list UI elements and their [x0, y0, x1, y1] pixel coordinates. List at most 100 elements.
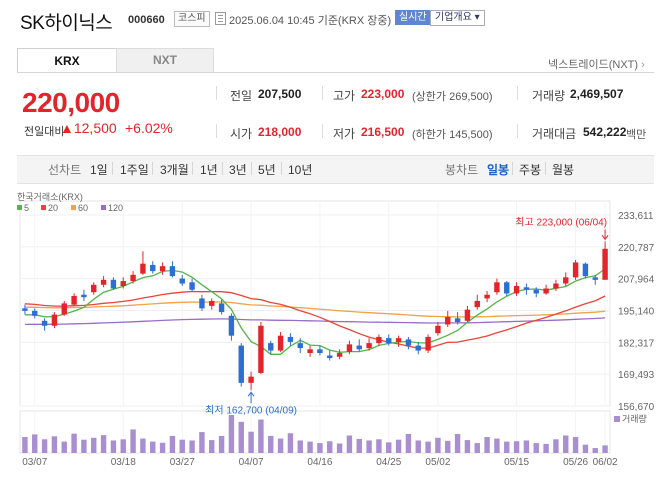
x-tick-label: 06/02 [593, 457, 618, 468]
ma-line-120 [24, 317, 606, 326]
stats-divider [216, 86, 217, 100]
period-divider [512, 162, 513, 175]
period-1d[interactable]: 1일 [90, 161, 108, 178]
volume-bar [258, 419, 264, 453]
candle-body [209, 300, 215, 306]
candle [435, 322, 441, 336]
volume-bar [91, 437, 97, 453]
candle-monthly[interactable]: 월봉 [552, 161, 574, 178]
candle [189, 278, 195, 291]
volume-bar [553, 439, 559, 453]
candle-body [130, 274, 136, 282]
candle [258, 322, 264, 375]
candle-body [445, 317, 451, 325]
stats-divider [216, 124, 217, 138]
candle-body [415, 345, 421, 351]
volume-bar [140, 438, 146, 453]
period-10y[interactable]: 10년 [288, 161, 312, 178]
open-label: 시가 [230, 127, 253, 141]
tab-krx[interactable]: KRX [17, 48, 117, 73]
line-chart-label: 선차트 [48, 163, 82, 177]
candle [199, 294, 205, 311]
period-divider [192, 162, 193, 175]
stats-divider [517, 86, 518, 100]
high-value: 223,000 [361, 87, 405, 101]
volume-bar [189, 440, 195, 453]
volume-bar [61, 441, 67, 453]
stock-chart[interactable]: 233,611 220,787 207,964 195,140 182,317 169,4… [0, 185, 670, 484]
stock-code: 000660 [128, 14, 165, 26]
nextrade-link[interactable]: 넥스트레이드(NXT) [548, 56, 645, 72]
prev-close-value: 207,500 [258, 87, 302, 101]
tab-nxt[interactable]: NXT [116, 48, 214, 73]
candle [494, 278, 500, 295]
volume-bar [287, 433, 294, 453]
volume-bar [120, 439, 126, 453]
candle [582, 262, 589, 279]
candle-body [366, 343, 372, 349]
volume-bar [218, 435, 225, 453]
volume-bars [22, 415, 608, 453]
candle [307, 345, 313, 357]
volume-bar [209, 440, 215, 453]
candle [209, 298, 215, 310]
candle [140, 251, 146, 275]
volume-bar [464, 440, 471, 453]
candle-body [563, 277, 569, 284]
y-tick-label: 169,493 [618, 370, 655, 381]
volume-bar [386, 442, 392, 453]
candle-body [376, 336, 382, 344]
volume-bar [543, 443, 549, 453]
candle-body [464, 309, 471, 321]
candle-body [189, 282, 195, 290]
y-tick-label: 233,611 [618, 211, 654, 222]
candle-body [454, 318, 461, 323]
company-overview-dropdown[interactable]: 기업개요 ▾ [430, 10, 485, 26]
candle-weekly[interactable]: 주봉 [519, 161, 541, 178]
volume-bar [582, 444, 589, 453]
period-divider [152, 162, 153, 175]
period-3y[interactable]: 3년 [229, 161, 247, 178]
volume-bar [228, 415, 235, 453]
volume-bar [356, 438, 362, 453]
volume-bar [238, 421, 244, 453]
realtime-button[interactable]: 실시간 [395, 10, 431, 25]
volume-bar [317, 443, 323, 453]
volume-bar [100, 435, 107, 453]
ma-legend-label: 20 [48, 203, 58, 213]
volume-bar [22, 437, 28, 453]
candle [523, 283, 530, 295]
period-divider [222, 162, 223, 175]
volume-bar [327, 441, 333, 453]
candle [504, 281, 510, 296]
volume-bar [297, 440, 303, 453]
candle-body [91, 284, 97, 293]
volume-bar [563, 435, 569, 453]
stock-name: SK하이닉스 [20, 13, 113, 34]
lower-limit: (하한가 145,500) [412, 129, 493, 141]
volume-bar [159, 442, 166, 453]
volume-label: 거래량 [532, 89, 566, 103]
volume-bar [51, 436, 58, 453]
candle-body [592, 277, 598, 280]
candle-body [523, 287, 530, 290]
candle [32, 308, 38, 319]
candle [91, 282, 97, 295]
ma-legend-label: 60 [78, 203, 88, 213]
ma-legend-swatch [17, 205, 22, 210]
period-1w[interactable]: 1주일 [120, 161, 149, 178]
candle [327, 350, 333, 361]
volume-bar [405, 434, 412, 453]
chart-grid [19, 200, 611, 454]
candle-body [307, 349, 313, 354]
period-5y[interactable]: 5년 [258, 161, 276, 178]
volume-bar [110, 440, 117, 453]
tab-divider [17, 72, 654, 73]
candle-daily[interactable]: 일봉 [487, 161, 509, 178]
period-1y[interactable]: 1년 [200, 161, 218, 178]
candle-body [356, 345, 362, 350]
open-value: 218,000 [258, 125, 302, 139]
candle-body [110, 279, 117, 289]
volume-bar [494, 438, 500, 453]
period-3m[interactable]: 3개월 [160, 161, 189, 178]
